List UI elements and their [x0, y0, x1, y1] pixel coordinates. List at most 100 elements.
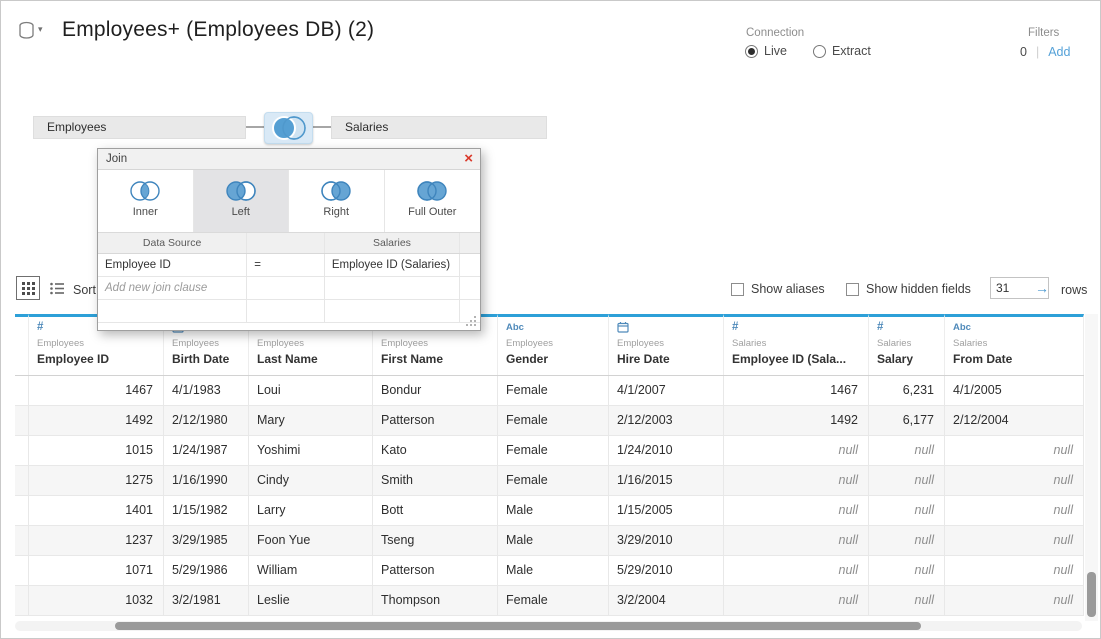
- column-table-name: Employees: [381, 338, 497, 349]
- abc-icon: Abc: [953, 322, 971, 333]
- cell: 2/12/2003: [609, 406, 724, 435]
- column-field-name: Employee ID (Sala...: [732, 352, 868, 366]
- cell: Thompson: [373, 586, 498, 615]
- cell: 1/24/2010: [609, 436, 724, 465]
- cell: 1467: [724, 376, 869, 405]
- resize-grip[interactable]: [466, 316, 476, 326]
- join-dialog-title: Join: [106, 153, 127, 165]
- column-table-name: Employees: [172, 338, 248, 349]
- column-header-gender[interactable]: AbcEmployeesGender: [498, 314, 609, 375]
- column-header-salary[interactable]: # Salaries Salary: [869, 314, 945, 375]
- join-clause-row: Employee ID = Employee ID (Salaries): [98, 254, 480, 277]
- left-join-venn-icon: [268, 115, 310, 141]
- cell: 1015: [29, 436, 164, 465]
- radio-extract-icon[interactable]: [813, 45, 826, 58]
- cell: 1/15/2005: [609, 496, 724, 525]
- show-hidden-fields-checkbox[interactable]: [846, 283, 859, 296]
- cell: Foon Yue: [249, 526, 373, 555]
- show-hidden-fields-option[interactable]: Show hidden fields: [846, 282, 971, 296]
- clause-operator[interactable]: =: [247, 254, 325, 276]
- grid-view-button[interactable]: [16, 276, 40, 300]
- radio-extract[interactable]: Extract: [813, 44, 871, 58]
- column-table-name: Salaries: [877, 338, 944, 349]
- number-sign-icon: #: [877, 321, 883, 333]
- column-header-hire-date[interactable]: EmployeesHire Date: [609, 314, 724, 375]
- cell: William: [249, 556, 373, 585]
- add-filter-link[interactable]: Add: [1048, 45, 1070, 59]
- number-sign-icon: #: [37, 321, 43, 333]
- vertical-scrollbar-thumb[interactable]: [1087, 572, 1096, 617]
- row-gutter: [15, 376, 29, 405]
- left-join-venn-icon: [221, 179, 261, 203]
- header-gutter: [15, 314, 29, 375]
- column-field-name: First Name: [381, 352, 497, 366]
- database-icon[interactable]: [18, 21, 35, 45]
- empty-clause-row: [98, 300, 480, 323]
- column-type-icon: #: [877, 321, 944, 335]
- grid-icon: [22, 282, 35, 295]
- cell: null: [724, 556, 869, 585]
- radio-extract-label: Extract: [832, 44, 871, 58]
- show-hidden-fields-label: Show hidden fields: [866, 282, 971, 296]
- cell: Patterson: [373, 406, 498, 435]
- abc-icon: Abc: [506, 322, 524, 333]
- cell: 1/24/1987: [164, 436, 249, 465]
- cell: 3/29/1985: [164, 526, 249, 555]
- cell: 3/2/1981: [164, 586, 249, 615]
- rows-count-input[interactable]: [991, 280, 1034, 296]
- add-join-clause-placeholder[interactable]: Add new join clause: [98, 277, 247, 299]
- row-gutter: [15, 406, 29, 435]
- horizontal-scrollbar[interactable]: [15, 621, 1082, 631]
- column-field-name: Gender: [506, 352, 608, 366]
- cell: Male: [498, 526, 609, 555]
- column-field-name: From Date: [953, 352, 1083, 366]
- cell: 1275: [29, 466, 164, 495]
- radio-live[interactable]: Live: [745, 44, 787, 58]
- table-box-salaries[interactable]: Salaries: [331, 116, 547, 139]
- right-arrow-icon[interactable]: →: [1035, 280, 1049, 296]
- cell: null: [869, 436, 945, 465]
- cell: Leslie: [249, 586, 373, 615]
- join-venn-button[interactable]: [264, 112, 313, 144]
- rows-label: rows: [1061, 283, 1087, 297]
- page-title[interactable]: Employees+ (Employees DB) (2): [62, 18, 374, 42]
- join-type-left[interactable]: Left: [194, 170, 290, 232]
- table-box-employees[interactable]: Employees: [33, 116, 246, 139]
- chevron-down-icon[interactable]: ▾: [38, 24, 43, 35]
- join-type-label: Inner: [133, 206, 158, 218]
- horizontal-scrollbar-thumb[interactable]: [115, 622, 921, 630]
- row-gutter: [15, 526, 29, 555]
- cell: null: [869, 526, 945, 555]
- column-table-name: Employees: [617, 338, 723, 349]
- table-row: 10151/24/1987YoshimiKatoFemale1/24/2010n…: [15, 436, 1084, 466]
- filters-divider: |: [1036, 45, 1039, 59]
- join-dialog-titlebar: Join ×: [98, 149, 480, 170]
- filters-count: 0: [1020, 45, 1027, 59]
- add-join-clause-row[interactable]: Add new join clause: [98, 277, 480, 300]
- cell: 1492: [724, 406, 869, 435]
- column-header-employee-id-sala[interactable]: #SalariesEmployee ID (Sala...: [724, 314, 869, 375]
- column-field-name: Salary: [877, 352, 944, 366]
- show-aliases-checkbox[interactable]: [731, 283, 744, 296]
- radio-live-label: Live: [764, 44, 787, 58]
- table-row: 14674/1/1983LouiBondurFemale4/1/20071467…: [15, 376, 1084, 406]
- clause-right-field[interactable]: Employee ID (Salaries): [325, 254, 460, 276]
- full-outer-join-venn-icon: [412, 179, 452, 203]
- radio-live-icon[interactable]: [745, 45, 758, 58]
- close-icon[interactable]: ×: [464, 149, 473, 169]
- cell: null: [945, 496, 1084, 525]
- row-gutter: [15, 436, 29, 465]
- join-type-inner[interactable]: Inner: [98, 170, 194, 232]
- column-type-icon: [617, 321, 723, 335]
- show-aliases-option[interactable]: Show aliases: [731, 282, 825, 296]
- join-type-right[interactable]: Right: [289, 170, 385, 232]
- join-type-full-outer[interactable]: Full Outer: [385, 170, 481, 232]
- cell: null: [869, 466, 945, 495]
- vertical-scrollbar[interactable]: [1085, 314, 1098, 621]
- metadata-view-button[interactable]: [45, 276, 69, 300]
- cell: null: [724, 436, 869, 465]
- clause-left-field[interactable]: Employee ID: [98, 254, 247, 276]
- column-header-from-date[interactable]: AbcSalariesFrom Date: [945, 314, 1084, 375]
- clause-header-salaries: Salaries: [325, 233, 460, 253]
- row-gutter: [15, 466, 29, 495]
